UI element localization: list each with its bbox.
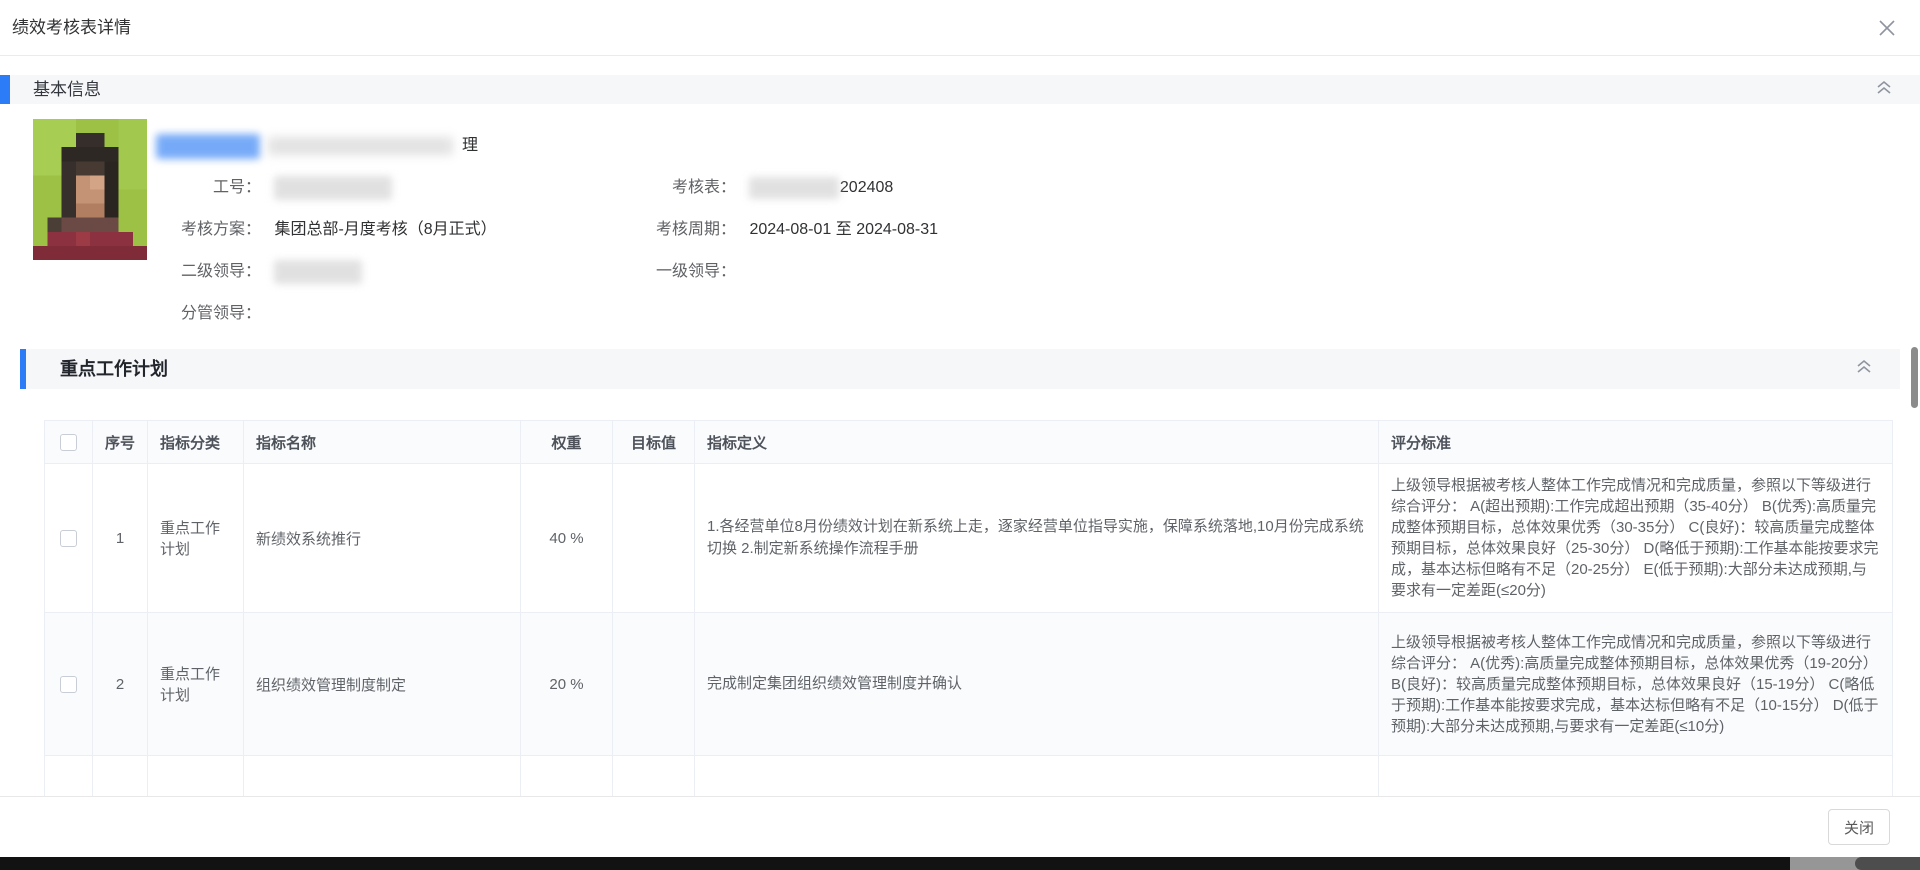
- period-value: 2024-08-01 至 2024-08-31: [749, 221, 938, 238]
- cell-standard: 上级领导根据被考核人整体工作完成情况和完成质量，参照以下等级进行综合评分： A(…: [1379, 613, 1893, 756]
- cell-weight: 40 %: [521, 464, 613, 613]
- redacted-leader-2: [274, 260, 362, 284]
- form-id-visible: 202408: [840, 179, 893, 196]
- cell-weight: [521, 756, 613, 797]
- cell-standard: 上级领导根据被考核人整体工作完成情况和完成质量，参照以下等级进: [1379, 756, 1893, 797]
- field-leader-charge: 分管领导：: [156, 301, 270, 329]
- cell-seq: [93, 756, 148, 797]
- vertical-scrollbar-thumb[interactable]: [1911, 347, 1918, 408]
- select-all-checkbox[interactable]: [60, 434, 77, 451]
- performance-detail-modal: 绩效考核表详情 基本信息: [0, 0, 1920, 870]
- form-id-label: 考核表：: [630, 175, 736, 201]
- modal-footer: 关闭: [0, 796, 1920, 857]
- modal-title: 绩效考核表详情: [12, 0, 131, 56]
- col-target: 目标值: [613, 421, 695, 464]
- cell-target: [613, 756, 695, 797]
- cell-definition: 1.各经营单位8月份绩效计划在新系统上走，逐家经营单位指导实施，保障系统落地,1…: [695, 464, 1379, 613]
- cell-category: 重点工作计划: [148, 464, 244, 613]
- section-header-work-plan: 重点工作计划: [20, 349, 1900, 389]
- field-period: 考核周期： 2024-08-01 至 2024-08-31: [630, 217, 938, 245]
- col-seq: 序号: [93, 421, 148, 464]
- cell-name: 组织绩效管理制度制定: [244, 613, 521, 756]
- redacted-title-block: [268, 137, 453, 155]
- field-form-id: 考核表： 202408: [630, 175, 893, 203]
- plan-label: 考核方案：: [156, 217, 261, 243]
- cell-target: [613, 464, 695, 613]
- cell-name: [244, 756, 521, 797]
- field-employee-id: 工号：: [156, 175, 392, 203]
- cell-seq: 2: [93, 613, 148, 756]
- field-leader-2: 二级领导：: [156, 259, 362, 287]
- col-definition: 指标定义: [695, 421, 1379, 464]
- modal-header: 绩效考核表详情: [0, 0, 1920, 56]
- cell-category: [148, 756, 244, 797]
- leader-2-label: 二级领导：: [156, 259, 261, 285]
- redacted-name-block: [156, 134, 260, 159]
- cell-category: 重点工作计划: [148, 613, 244, 756]
- col-name: 指标名称: [244, 421, 521, 464]
- bottom-scrollbar[interactable]: [0, 857, 1920, 870]
- collapse-work-plan-icon[interactable]: [1856, 359, 1872, 379]
- redacted-form-id-prefix: [749, 177, 839, 199]
- table-row: 1 重点工作计划 新绩效系统推行 40 % 1.各经营单位8月份绩效计划在新系统…: [45, 464, 1893, 613]
- collapse-basic-info-icon[interactable]: [1876, 80, 1892, 100]
- employee-photo: [33, 119, 147, 260]
- employee-id-label: 工号：: [156, 175, 261, 201]
- leader-1-label: 一级领导：: [630, 259, 736, 285]
- work-plan-title: 重点工作计划: [60, 349, 168, 389]
- employee-name-row: 理: [156, 133, 478, 161]
- cell-seq: 1: [93, 464, 148, 613]
- field-plan: 考核方案： 集团总部-月度考核（8月正式）: [156, 217, 497, 245]
- cell-standard: 上级领导根据被考核人整体工作完成情况和完成质量，参照以下等级进行综合评分： A(…: [1379, 464, 1893, 613]
- horizontal-scrollbar-thumb[interactable]: [1855, 857, 1920, 870]
- field-leader-1: 一级领导：: [630, 259, 745, 287]
- leader-charge-label: 分管领导：: [156, 301, 261, 327]
- row-checkbox[interactable]: [60, 676, 77, 693]
- cell-weight: 20 %: [521, 613, 613, 756]
- col-standard: 评分标准: [1379, 421, 1893, 464]
- col-weight: 权重: [521, 421, 613, 464]
- cell-definition: 完成制定集团组织绩效管理制度并确认: [695, 613, 1379, 756]
- row-checkbox[interactable]: [60, 530, 77, 547]
- close-icon[interactable]: [1876, 17, 1898, 39]
- redacted-employee-id: [274, 176, 392, 200]
- period-label: 考核周期：: [630, 217, 736, 243]
- close-button[interactable]: 关闭: [1828, 809, 1890, 845]
- employee-title-suffix: 理: [462, 137, 478, 154]
- cell-definition: [695, 756, 1379, 797]
- col-category: 指标分类: [148, 421, 244, 464]
- table-row: 上级领导根据被考核人整体工作完成情况和完成质量，参照以下等级进: [45, 756, 1893, 797]
- table-row: 2 重点工作计划 组织绩效管理制度制定 20 % 完成制定集团组织绩效管理制度并…: [45, 613, 1893, 756]
- cell-name: 新绩效系统推行: [244, 464, 521, 613]
- plan-value: 集团总部-月度考核（8月正式）: [274, 221, 496, 238]
- table-header-row: 序号 指标分类 指标名称 权重 目标值 指标定义 评分标准: [45, 421, 1893, 464]
- section-header-basic-info: 基本信息: [0, 75, 1920, 104]
- work-plan-table: 序号 指标分类 指标名称 权重 目标值 指标定义 评分标准 1 重点工作计划 新…: [44, 420, 1893, 796]
- cell-target: [613, 613, 695, 756]
- basic-info-title: 基本信息: [33, 75, 101, 104]
